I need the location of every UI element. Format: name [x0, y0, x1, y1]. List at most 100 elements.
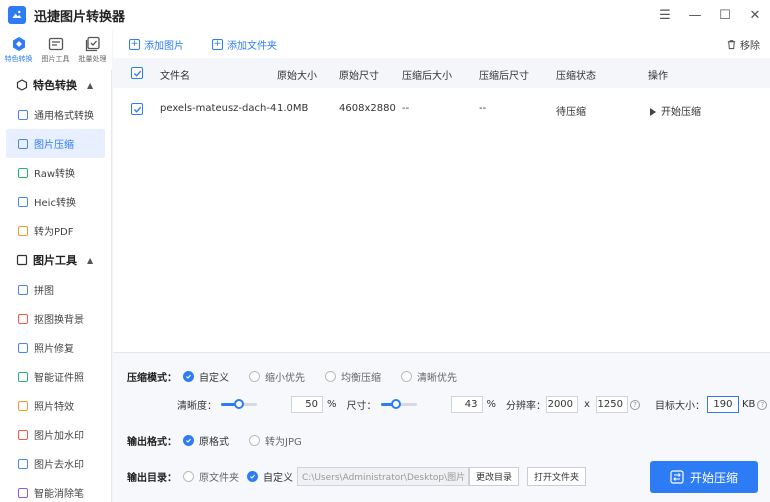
close-icon[interactable]: ✕ — [740, 0, 770, 30]
settings-panel: 压缩模式： 自定义 缩小优先 均衡压缩 清晰优先 清晰度： 50 % 尺寸： 4… — [113, 352, 770, 502]
compressed-size: -- — [402, 103, 410, 114]
iconbar-convert[interactable]: 特色转换 — [0, 30, 37, 70]
iconbar-batch[interactable]: 批量处理 — [74, 30, 111, 70]
radio-checked-icon — [183, 435, 194, 446]
row-checkbox[interactable] — [131, 103, 143, 115]
play-icon — [650, 108, 656, 116]
output-row: 输出目录： 原文件夹 自定义 C:\Users\Administrator\De… — [127, 467, 587, 486]
mode-small-radio[interactable]: 缩小优先 — [249, 369, 305, 384]
start-row-button[interactable]: 开始压缩 — [650, 103, 701, 118]
menu-icon[interactable]: ☰ — [650, 0, 680, 30]
radio-checked-icon — [247, 471, 258, 482]
format-jpg-radio[interactable]: 转为JPG — [249, 433, 302, 448]
sidebar-item-remove-watermark[interactable]: 图片去水印 — [0, 449, 111, 478]
sidebar-section-tools[interactable]: 图片工具 ▲ — [0, 245, 111, 275]
sidebar-section-special[interactable]: 特色转换 ▲ — [0, 70, 111, 100]
sidebar-item-repair[interactable]: 照片修复 — [0, 333, 111, 362]
iconbar-image-tools[interactable]: 图片工具 — [37, 30, 74, 70]
file-size: 1.0MB — [277, 103, 309, 114]
sidebar-item-compress[interactable]: 图片压缩 — [6, 129, 105, 158]
sidebar-item-puzzle[interactable]: 拼图 — [0, 275, 111, 304]
format-original-radio[interactable]: 原格式 — [183, 433, 229, 448]
col-compressed-size: 压缩后大小 — [402, 71, 452, 82]
radio-checked-icon — [183, 371, 194, 382]
mode-custom-radio[interactable]: 自定义 — [183, 369, 229, 384]
output-original-radio[interactable]: 原文件夹 — [183, 469, 239, 484]
mode-balanced-radio[interactable]: 均衡压缩 — [325, 369, 381, 384]
chevron-up-icon: ▲ — [87, 255, 94, 265]
clarity-input[interactable]: 50 — [291, 396, 323, 413]
maximize-icon[interactable]: ☐ — [710, 0, 740, 30]
slider-handle[interactable] — [390, 399, 401, 409]
sidebar-item-eraser[interactable]: 智能消除笔 — [0, 478, 111, 502]
sidebar-item-cutout[interactable]: 抠图换背景 — [0, 304, 111, 333]
radio-unchecked-icon — [183, 471, 194, 482]
size-input[interactable]: 43 — [450, 396, 483, 413]
output-path-input[interactable]: C:\Users\Administrator\Desktop\图片 — [297, 467, 469, 486]
add-watermark-icon — [18, 429, 28, 440]
col-status: 压缩状态 — [556, 71, 596, 82]
convert-icon — [12, 37, 25, 51]
radio-unchecked-icon — [325, 371, 336, 382]
table-row[interactable]: pexels-mateusz-dach-45... 1.0MB 4608x288… — [113, 88, 770, 130]
effects-icon — [18, 400, 28, 411]
file-dims: 4608x2880 — [339, 103, 396, 114]
raw-icon — [18, 167, 28, 178]
compressed-dims: -- — [479, 103, 487, 114]
toolbar: + 添加图片 + 添加文件夹 移除 — [113, 30, 770, 58]
resolution-height-input[interactable]: 1250 — [595, 396, 628, 413]
remove-button[interactable]: 移除 — [726, 37, 760, 52]
help-icon[interactable]: ? — [757, 399, 768, 410]
target-size-input[interactable]: 190 — [706, 396, 739, 413]
repair-icon — [18, 342, 28, 353]
compress-start-icon — [670, 470, 684, 484]
sidebar-item-heic[interactable]: Heic转换 — [0, 187, 111, 216]
check-icon — [133, 106, 141, 113]
id-photo-icon — [18, 371, 28, 382]
app-title: 迅捷图片转换器 — [34, 9, 126, 25]
clarity-slider[interactable] — [221, 399, 257, 409]
col-original-size: 原始大小 — [277, 71, 317, 82]
cutout-icon — [18, 313, 28, 324]
folder-plus-icon: + — [212, 38, 223, 50]
app-logo-icon — [8, 6, 26, 24]
select-all-checkbox[interactable] — [131, 67, 143, 79]
eraser-icon — [18, 487, 28, 498]
radio-unchecked-icon — [249, 435, 260, 446]
format-convert-icon — [18, 109, 28, 120]
image-tools-icon — [48, 37, 63, 51]
heic-icon — [18, 196, 28, 207]
output-custom-radio[interactable]: 自定义 — [247, 469, 293, 484]
batch-icon — [85, 36, 100, 52]
sidebar-item-effects[interactable]: 照片特效 — [0, 391, 111, 420]
check-icon — [133, 70, 141, 77]
change-dir-button[interactable]: 更改目录 — [469, 467, 520, 486]
add-image-button[interactable]: + 添加图片 — [129, 37, 184, 52]
sidebar-item-id-photo[interactable]: 智能证件照 — [0, 362, 111, 391]
compress-icon — [18, 138, 28, 149]
col-compressed-dims: 压缩后尺寸 — [479, 71, 529, 82]
col-filename: 文件名 — [160, 71, 190, 82]
radio-unchecked-icon — [401, 371, 412, 382]
sidebar-item-pdf[interactable]: 转为PDF — [0, 216, 111, 245]
add-folder-button[interactable]: + 添加文件夹 — [212, 37, 277, 52]
resolution-width-input[interactable]: 2000 — [546, 396, 579, 413]
size-slider[interactable] — [380, 399, 417, 409]
params-row: 清晰度： 50 % 尺寸： 43 % 分辨率： 2000 x 1250 ? 目标… — [177, 396, 768, 413]
title-bar: 迅捷图片转换器 ☰ — ☐ ✕ — [0, 0, 770, 30]
sidebar-item-raw[interactable]: Raw转换 — [0, 158, 111, 187]
mode-clarity-radio[interactable]: 清晰优先 — [401, 369, 457, 384]
sidebar-item-format-convert[interactable]: 通用格式转换 — [0, 100, 111, 129]
mode-row: 压缩模式： 自定义 缩小优先 均衡压缩 清晰优先 — [127, 369, 477, 384]
help-icon[interactable]: ? — [629, 399, 640, 410]
open-folder-button[interactable]: 打开文件夹 — [527, 467, 587, 486]
slider-handle[interactable] — [234, 399, 244, 409]
sidebar-item-add-watermark[interactable]: 图片加水印 — [0, 420, 111, 449]
trash-icon — [727, 40, 736, 50]
radio-unchecked-icon — [249, 371, 260, 382]
remove-watermark-icon — [18, 458, 28, 469]
col-original-dims: 原始尺寸 — [339, 71, 379, 82]
start-compress-button[interactable]: 开始压缩 — [650, 461, 758, 493]
minimize-icon[interactable]: — — [680, 0, 710, 30]
col-action: 操作 — [648, 71, 668, 82]
